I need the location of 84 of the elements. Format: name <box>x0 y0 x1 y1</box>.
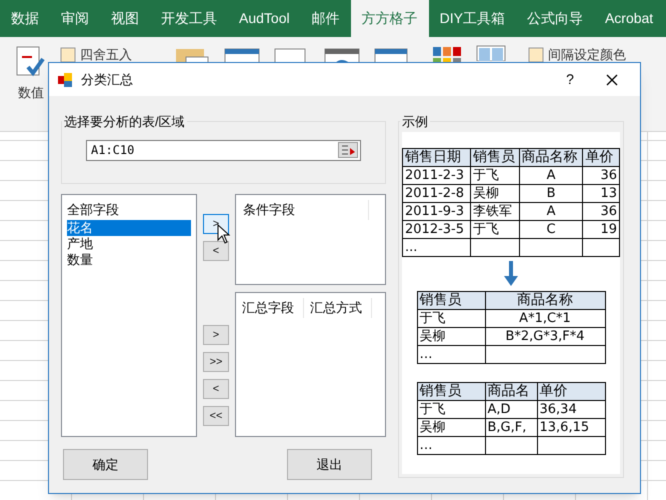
list-item[interactable]: 花名 <box>67 220 191 236</box>
column-header: 汇总方式 <box>304 298 372 318</box>
table-cell: 36 <box>582 166 620 184</box>
table-cell <box>519 238 583 256</box>
move-button[interactable]: << <box>203 406 229 426</box>
ribbon-tab[interactable]: DIY工具箱 <box>428 0 516 37</box>
table-header-cell: 单价 <box>582 148 620 166</box>
table-cell <box>485 436 537 454</box>
table-cell: B*2,G*3,F*4 <box>485 327 605 345</box>
list-item[interactable]: 产地 <box>67 236 191 252</box>
list-header: 全部字段 <box>67 201 120 219</box>
close-icon <box>606 74 618 86</box>
table-cell: C <box>519 220 583 238</box>
list-item[interactable]: 数量 <box>67 252 191 268</box>
range-picker-icon <box>338 142 358 158</box>
ribbon-tab[interactable]: Acrobat <box>594 0 664 37</box>
app-icon <box>57 72 73 88</box>
ribbon-tab[interactable]: 开发工具 <box>150 0 228 37</box>
table-cell: … <box>417 436 485 454</box>
table-cell: … <box>417 345 485 363</box>
move-button[interactable]: >> <box>203 352 229 372</box>
table-header-cell: 销售日期 <box>402 148 471 166</box>
ribbon-tab[interactable]: 审阅 <box>50 0 100 37</box>
help-button[interactable]: ? <box>556 69 584 90</box>
table-cell: A*1,C*1 <box>485 309 605 327</box>
table-cell: 36,34 <box>537 400 605 418</box>
table-cell: 吴柳 <box>417 418 485 436</box>
table-cell: 于飞 <box>470 220 520 238</box>
dialog-button[interactable]: 确定 <box>63 449 148 480</box>
column-header: 条件字段 <box>236 200 369 220</box>
table-icon <box>528 46 544 63</box>
table-cell: 2011-9-3 <box>402 202 471 220</box>
ribbon-command[interactable]: 四舍五入 <box>60 45 132 64</box>
table-cell <box>470 238 520 256</box>
column-header: 汇总字段 <box>236 298 304 318</box>
table-header-cell: 商品名称 <box>519 148 583 166</box>
ribbon-tab[interactable]: 公式向导 <box>516 0 594 37</box>
move-button[interactable]: > <box>203 325 229 345</box>
ribbon-command[interactable]: 间隔设定颜色 <box>528 45 626 64</box>
table-cell: 于飞 <box>470 166 520 184</box>
ribbon-tab[interactable]: 邮件 <box>300 0 351 37</box>
table-icon <box>60 46 76 63</box>
ribbon-tab[interactable]: AudTool <box>228 0 301 37</box>
table-cell: A <box>519 202 583 220</box>
mouse-pointer-icon <box>217 224 231 244</box>
table-header-cell: 商品名称 <box>485 291 605 309</box>
table-cell: 2012-3-5 <box>402 220 471 238</box>
table-cell: ... <box>402 238 471 256</box>
move-button[interactable]: > <box>203 214 229 234</box>
table-header-cell: 商品名 <box>485 382 537 400</box>
table-cell: 13,6,15 <box>537 418 605 436</box>
sort-icon <box>476 45 506 61</box>
table-header-cell: 销售员 <box>470 148 520 166</box>
table-cell: 2011-2-8 <box>402 184 471 202</box>
dialog-button[interactable]: 退出 <box>287 449 372 480</box>
table-header-cell: 销售员 <box>417 291 485 309</box>
window-title: 分类汇总 <box>81 70 134 89</box>
ribbon-tab[interactable]: 视图 <box>100 0 150 37</box>
table-cell: 13 <box>582 184 620 202</box>
ribbon-tab[interactable]: 数据 <box>0 0 50 37</box>
table-cell: 吴柳 <box>470 184 520 202</box>
table-cell <box>582 238 620 256</box>
table-cell <box>537 436 605 454</box>
range-field[interactable]: A1:C10 <box>86 140 361 160</box>
table-cell: 19 <box>582 220 620 238</box>
table-cell: 于飞 <box>417 400 485 418</box>
group-label: 数值 <box>18 84 44 102</box>
table-cell: 吴柳 <box>417 327 485 345</box>
down-arrow-icon <box>504 260 518 286</box>
table-header-cell: 单价 <box>537 382 605 400</box>
table-cell: 2011-2-3 <box>402 166 471 184</box>
table-cell: A,D <box>485 400 537 418</box>
move-button[interactable]: < <box>203 379 229 399</box>
group-label: 示例 <box>401 113 429 131</box>
table-cell: 于飞 <box>417 309 485 327</box>
table-cell: 李铁军 <box>470 202 520 220</box>
move-button[interactable]: < <box>203 241 229 261</box>
ribbon-tab[interactable]: 方方格子 <box>350 0 429 37</box>
group-label: 选择要分析的表/区域 <box>63 113 186 131</box>
table-header-cell: 销售员 <box>417 382 485 400</box>
table-cell: B,G,F, <box>485 418 537 436</box>
table-cell: B <box>519 184 583 202</box>
table-cell: A <box>519 166 583 184</box>
table-cell: 36 <box>582 202 620 220</box>
